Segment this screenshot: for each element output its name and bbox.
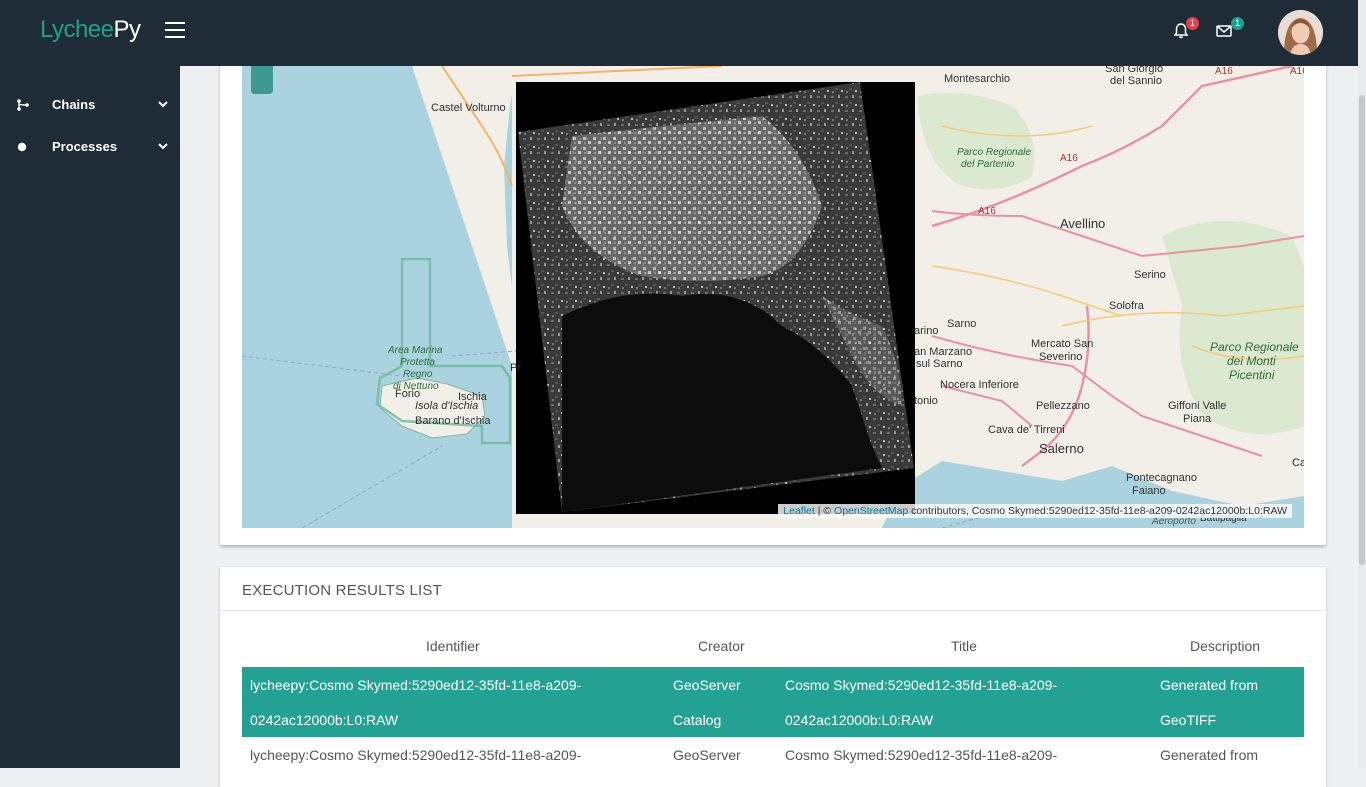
sidebar-item-processes[interactable]: Processes [0, 132, 180, 162]
map-label: Montesarchio [944, 73, 1010, 85]
map-label: Barano d'Ischia [415, 415, 491, 427]
cell-creator: Catalog [673, 712, 722, 728]
top-navbar: LycheePy 1 1 [0, 0, 1358, 66]
map-label: Isola d'Ischia [415, 400, 478, 412]
column-header-creator[interactable]: Creator [698, 638, 745, 654]
map-label: Pr [510, 362, 521, 374]
table-row[interactable]: lycheepy:Cosmo Skymed:5290ed12-35fd-11e8… [242, 667, 1304, 737]
sidebar: Chains Processes [0, 66, 180, 768]
cell-description: Generated from [1160, 747, 1259, 763]
cell-title: Cosmo Skymed:5290ed12-35fd-11e8-a209- [785, 747, 1058, 763]
cell-description: Generated from [1160, 677, 1259, 693]
map-label: Faiano [1132, 485, 1166, 497]
column-header-identifier[interactable]: Identifier [426, 638, 480, 654]
map-label: A16 [1060, 153, 1078, 164]
map-label: Solofra [1109, 300, 1145, 312]
map-label: A16 [1290, 66, 1304, 77]
map-label: Giffoni Valle [1168, 400, 1226, 412]
cell-identifier: 0242ac12000b:L0:RAW [250, 712, 399, 728]
map-label: an Marzano [914, 346, 972, 358]
logo-text-py: Py [113, 16, 142, 43]
divider [220, 610, 1326, 611]
zoom-control[interactable] [251, 66, 273, 94]
messages-button[interactable]: 1 [1215, 17, 1244, 42]
map-label: sul Sarno [916, 358, 962, 370]
map-label: Cava de' Tirreni [988, 424, 1065, 436]
map-attribution: Leaflet | © OpenStreetMap contributors, … [778, 504, 1292, 518]
execution-results-card: EXECUTION RESULTS LIST Identifier Creato… [220, 567, 1326, 787]
map-label: del Partenio [961, 159, 1015, 170]
card-title: EXECUTION RESULTS LIST [242, 582, 442, 599]
chevron-down-icon [158, 143, 168, 150]
chevron-down-icon [158, 101, 168, 108]
sidebar-item-label: Processes [52, 139, 118, 154]
map-label: Forio [395, 388, 420, 400]
map-label: Severino [1039, 351, 1082, 363]
messages-badge: 1 [1231, 17, 1244, 30]
map-label: Piana [1183, 413, 1212, 425]
leaflet-link[interactable]: Leaflet [783, 505, 815, 517]
map-label: Picentini [1229, 368, 1275, 382]
map-label: Pellezzano [1036, 400, 1090, 412]
map-label: Regno [403, 369, 433, 380]
map-label: A16 [1215, 66, 1233, 77]
map-label: Pontecagnano [1126, 472, 1197, 484]
attribution-text: contributors, Cosmo Skymed:5290ed12-35fd… [908, 505, 1287, 517]
scrollbar-thumb[interactable] [1359, 95, 1365, 565]
app-logo[interactable]: LycheePy [40, 16, 141, 44]
branch-icon [17, 99, 29, 111]
map-label: del Sannio [1110, 75, 1162, 87]
map-label: Protetta [400, 357, 435, 368]
cell-creator: GeoServer [673, 747, 741, 763]
openstreetmap-link[interactable]: OpenStreetMap [834, 505, 908, 517]
map-label: arino [914, 325, 938, 337]
user-photo-icon [1278, 10, 1323, 55]
map-view[interactable]: Castel Volturno Montesarchio San Giorgio… [242, 66, 1304, 528]
map-label: Sarno [947, 318, 976, 330]
map-label: San Giorgio [1105, 66, 1163, 75]
map-label: Parco Regionale [957, 147, 1031, 158]
map-label: Ca [1292, 457, 1304, 469]
map-label: Avellino [1060, 216, 1105, 231]
map-label: A16 [978, 206, 996, 217]
map-canvas[interactable]: Castel Volturno Montesarchio San Giorgio… [242, 66, 1304, 528]
notifications-badge: 1 [1186, 17, 1199, 30]
map-label: Area Marina [387, 345, 443, 356]
menu-toggle-icon[interactable] [165, 22, 185, 40]
map-label: Parco Regionale [1210, 340, 1299, 354]
attribution-separator: | © [814, 505, 835, 517]
table-row[interactable]: lycheepy:Cosmo Skymed:5290ed12-35fd-11e8… [242, 737, 1304, 787]
map-label: dei Monti [1227, 354, 1276, 368]
column-header-title[interactable]: Title [951, 638, 977, 654]
logo-text-lychee: Lychee [40, 16, 114, 43]
sidebar-item-label: Chains [52, 97, 96, 112]
cell-identifier: lycheepy:Cosmo Skymed:5290ed12-35fd-11e8… [250, 677, 582, 693]
circle-icon [17, 142, 27, 152]
map-label: Castel Volturno [431, 102, 506, 114]
user-avatar[interactable] [1278, 10, 1323, 55]
map-label: Serino [1134, 269, 1166, 281]
column-header-description[interactable]: Description [1190, 638, 1260, 654]
cell-description: GeoTIFF [1160, 712, 1217, 728]
map-label: Nocera Inferiore [940, 379, 1019, 391]
cell-title: 0242ac12000b:L0:RAW [785, 712, 934, 728]
page-scrollbar[interactable] [1358, 0, 1366, 768]
cell-title: Cosmo Skymed:5290ed12-35fd-11e8-a209- [785, 677, 1058, 693]
map-label: Salerno [1039, 441, 1084, 456]
notifications-button[interactable]: 1 [1172, 17, 1199, 42]
cell-creator: GeoServer [673, 677, 741, 693]
map-label: tonio [914, 395, 938, 407]
sidebar-item-chains[interactable]: Chains [0, 90, 180, 120]
cell-identifier: lycheepy:Cosmo Skymed:5290ed12-35fd-11e8… [250, 747, 582, 763]
map-label: Mercato San [1031, 338, 1093, 350]
